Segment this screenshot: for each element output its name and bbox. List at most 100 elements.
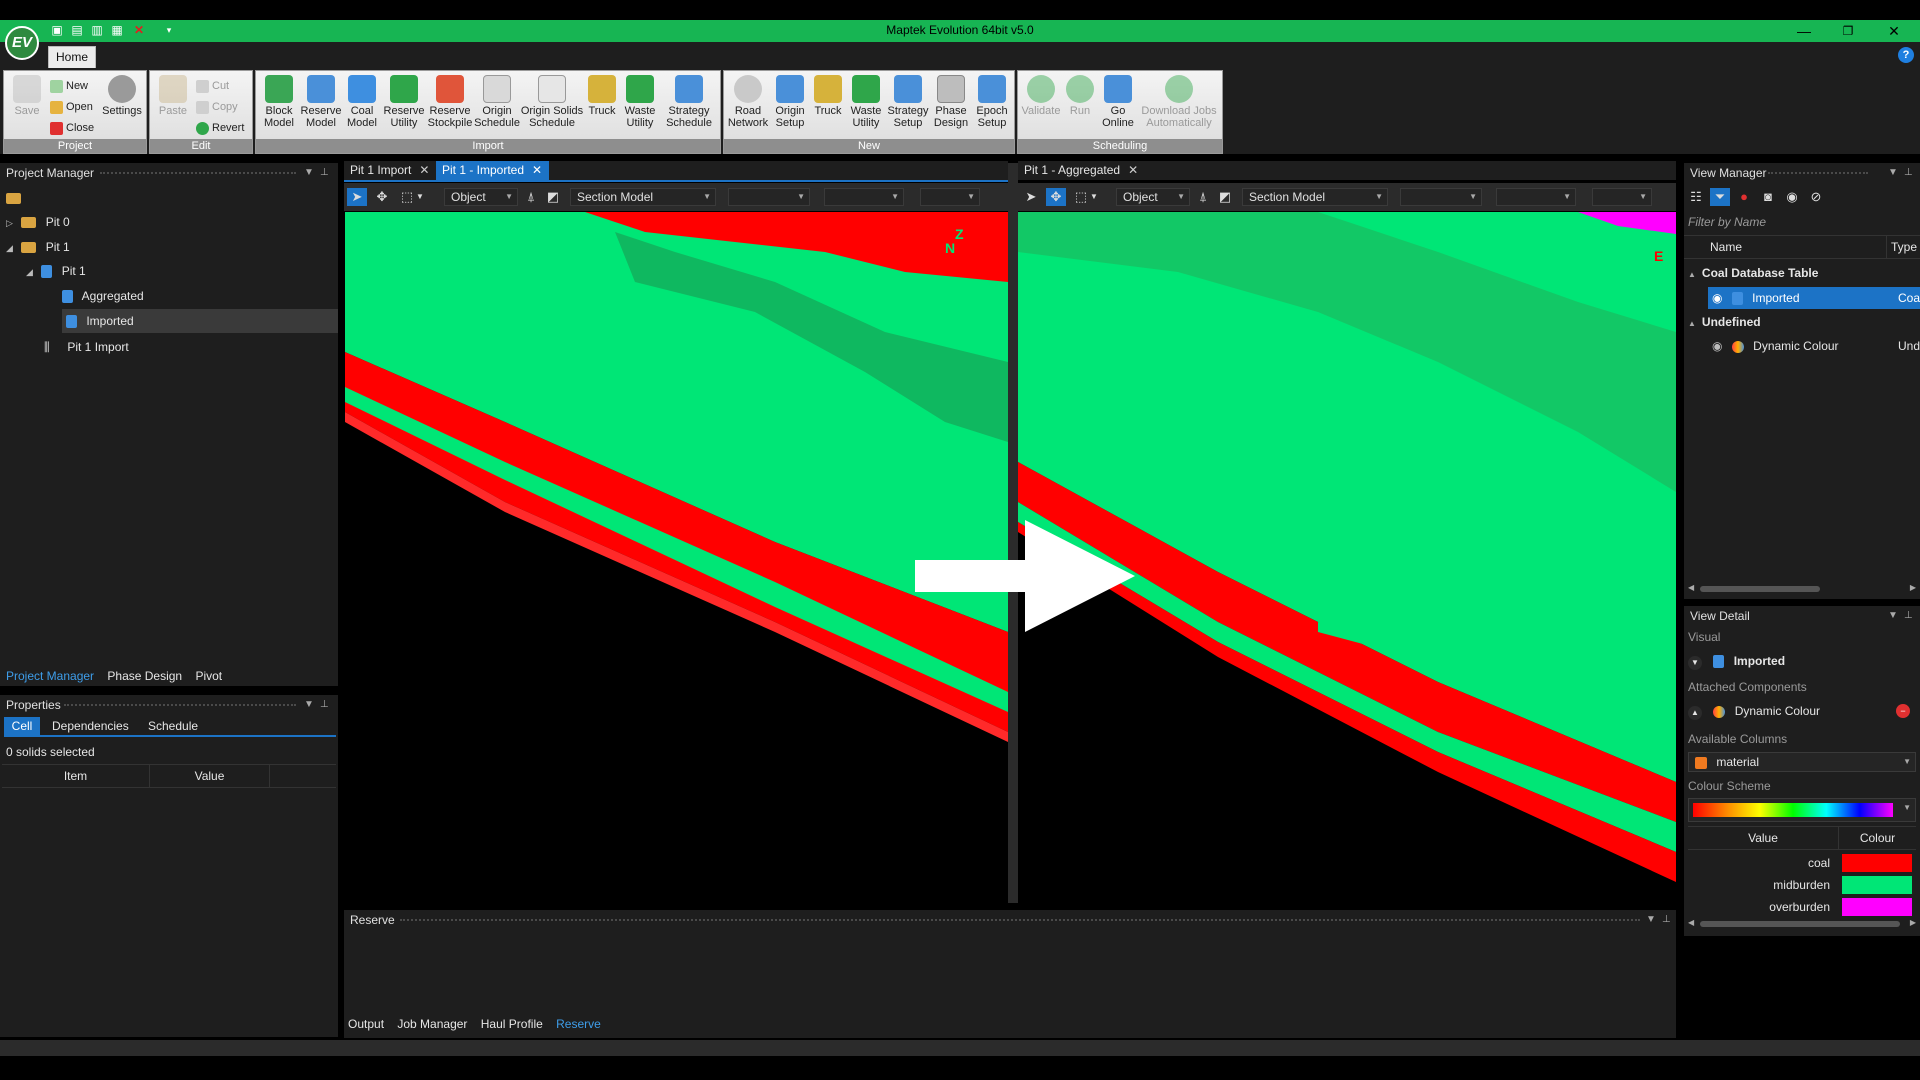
collapse-icon[interactable]: ◢ (26, 260, 38, 284)
remove-component-icon[interactable]: − (1896, 704, 1910, 718)
tab-pivot[interactable]: Pivot (195, 669, 222, 683)
pin-icon[interactable]: ⊥ (1904, 163, 1913, 183)
dropdown-icon[interactable]: ▼ (304, 163, 314, 183)
new-epoch-setup-button[interactable]: Epoch Setup (972, 75, 1012, 129)
visibility-eye-icon[interactable]: ◉ (1712, 291, 1722, 305)
import-coal-model-button[interactable]: Coal Model (342, 75, 382, 129)
scroll-right-icon[interactable]: ▶ (1910, 583, 1916, 592)
new-button[interactable]: New (50, 77, 88, 95)
select-arrow-icon[interactable]: ➤ (1021, 188, 1041, 206)
close-icon[interactable]: ✕ (532, 163, 542, 177)
group-coal-database-table[interactable]: ▲ Coal Database Table (1688, 262, 1818, 284)
close-button[interactable]: Close (50, 119, 94, 137)
import-origin-schedule-button[interactable]: Origin Schedule (474, 75, 520, 129)
visibility-eye-icon[interactable]: ◉ (1712, 339, 1722, 353)
close-icon[interactable]: ✕ (1128, 163, 1138, 177)
tab-pit1-import[interactable]: Pit 1 Import ✕ (344, 161, 432, 180)
tree-item-pit1-child[interactable]: ◢ Pit 1 (26, 259, 86, 283)
tree-item-pit1-import[interactable]: ⫼ Pit 1 Import (44, 335, 129, 359)
tab-job-manager[interactable]: Job Manager (397, 1017, 467, 1031)
import-waste-utility-button[interactable]: Waste Utility (620, 75, 660, 129)
import-truck-button[interactable]: Truck (584, 75, 620, 117)
list-view-icon[interactable]: ☷ (1686, 188, 1706, 206)
tab-haul-profile[interactable]: Haul Profile (481, 1017, 543, 1031)
colour-row[interactable]: overburden (1688, 896, 1916, 918)
col-type[interactable]: Type (1886, 236, 1917, 258)
colour-scheme-select[interactable]: ▼ (1688, 798, 1916, 822)
scroll-thumb[interactable] (1700, 921, 1900, 927)
scroll-right-icon[interactable]: ▶ (1910, 918, 1916, 927)
eye-icon[interactable]: ◉ (1782, 188, 1802, 206)
object-combo[interactable]: Object ▼ (444, 188, 518, 206)
tree-item-pit0[interactable]: ▷ Pit 0 (6, 210, 70, 234)
new-waste-utility-button[interactable]: Waste Utility (846, 75, 886, 129)
tree-item-aggregated[interactable]: Aggregated (62, 284, 338, 308)
import-reserve-stockpile-button[interactable]: Reserve Stockpile (426, 75, 474, 129)
hide-icon[interactable]: ⊘ (1806, 188, 1826, 206)
flag-icon[interactable]: ◩ (543, 188, 563, 206)
probe-icon[interactable]: ⍋ (521, 188, 541, 206)
scroll-thumb[interactable] (1700, 586, 1820, 592)
section-model-combo[interactable]: Section Model ▼ (1242, 188, 1388, 206)
view-detail-hscrollbar[interactable]: ◀ ▶ (1688, 918, 1916, 930)
minimize-icon[interactable]: — (1794, 22, 1814, 40)
copy-button[interactable]: Copy (196, 98, 238, 116)
colour-swatch[interactable] (1842, 898, 1912, 916)
folder-icon[interactable] (6, 193, 21, 204)
col-name[interactable]: Name (1710, 236, 1742, 258)
restore-icon[interactable]: ❐ (1838, 22, 1858, 40)
box-select-icon[interactable]: ⬚ (1071, 188, 1091, 206)
pin-icon[interactable]: ⊥ (1662, 910, 1671, 930)
tree-item-pit1[interactable]: ◢ Pit 1 (6, 235, 70, 259)
col-colour[interactable]: Colour (1838, 827, 1916, 849)
import-reserve-utility-button[interactable]: Reserve Utility (382, 75, 426, 129)
flag-icon[interactable]: ◩ (1215, 188, 1235, 206)
box-select-icon[interactable]: ⬚ (397, 188, 417, 206)
col-value[interactable]: Value (150, 765, 270, 787)
layer-row-dynamic-colour[interactable]: ◉ Dynamic Colour Unde (1708, 335, 1920, 357)
visual-item-imported[interactable]: ▼ Imported (1688, 650, 1916, 672)
window-close-icon[interactable]: ✕ (1884, 22, 1904, 40)
validate-button[interactable]: Validate (1020, 75, 1062, 117)
go-online-button[interactable]: Go Online (1098, 75, 1138, 129)
pan-icon[interactable]: ✥ (372, 188, 392, 206)
colour-row[interactable]: coal (1688, 852, 1916, 874)
empty-combo-2[interactable]: ▼ (1496, 188, 1576, 206)
tab-pit1-imported[interactable]: Pit 1 - Imported ✕ (436, 161, 549, 180)
download-jobs-button[interactable]: Download Jobs Automatically (1138, 75, 1220, 129)
open-button[interactable]: Open (50, 98, 93, 116)
col-value[interactable]: Value (1688, 827, 1838, 849)
filter-input[interactable]: Filter by Name (1688, 213, 1916, 231)
tab-cell[interactable]: Cell (4, 717, 40, 735)
object-combo[interactable]: Object ▼ (1116, 188, 1190, 206)
tab-dependencies[interactable]: Dependencies (52, 717, 129, 735)
collapse-icon[interactable]: ▲ (1688, 270, 1696, 279)
scroll-left-icon[interactable]: ◀ (1688, 918, 1694, 927)
probe-icon[interactable]: ⍋ (1193, 188, 1213, 206)
empty-combo-3[interactable]: ▼ (1592, 188, 1652, 206)
empty-combo-2[interactable]: ▼ (824, 188, 904, 206)
pin-icon[interactable]: ⊥ (1904, 606, 1913, 626)
dropdown-icon[interactable]: ▼ (1888, 163, 1898, 183)
layer-row-imported[interactable]: ◉ Imported Coal (1708, 287, 1920, 309)
tree-item-imported[interactable]: Imported (62, 309, 338, 333)
available-column-select[interactable]: material ▼ (1688, 752, 1916, 772)
close-icon[interactable]: ✕ (419, 163, 429, 177)
colour-swatch[interactable] (1842, 854, 1912, 872)
attached-item-dynamic-colour[interactable]: ▲ Dynamic Colour − (1688, 700, 1916, 722)
help-icon[interactable]: ? (1898, 47, 1914, 63)
import-strategy-schedule-button[interactable]: Strategy Schedule (660, 75, 718, 129)
import-origin-solids-schedule-button[interactable]: Origin Solids Schedule (520, 75, 584, 129)
dropdown-icon[interactable]: ▼ (304, 695, 314, 715)
tab-pit1-aggregated[interactable]: Pit 1 - Aggregated ✕ (1018, 161, 1142, 180)
section-model-combo[interactable]: Section Model ▼ (570, 188, 716, 206)
col-item[interactable]: Item (2, 765, 150, 787)
collapse-icon[interactable]: ▲ (1688, 319, 1696, 328)
empty-combo-3[interactable]: ▼ (920, 188, 980, 206)
group-undefined[interactable]: ▲ Undefined (1688, 311, 1761, 333)
dropdown-icon[interactable]: ▼ (415, 188, 425, 206)
revert-button[interactable]: Revert (196, 119, 244, 137)
colour-row[interactable]: midburden (1688, 874, 1916, 896)
select-arrow-icon[interactable]: ➤ (347, 188, 367, 206)
empty-combo-1[interactable]: ▼ (1400, 188, 1482, 206)
